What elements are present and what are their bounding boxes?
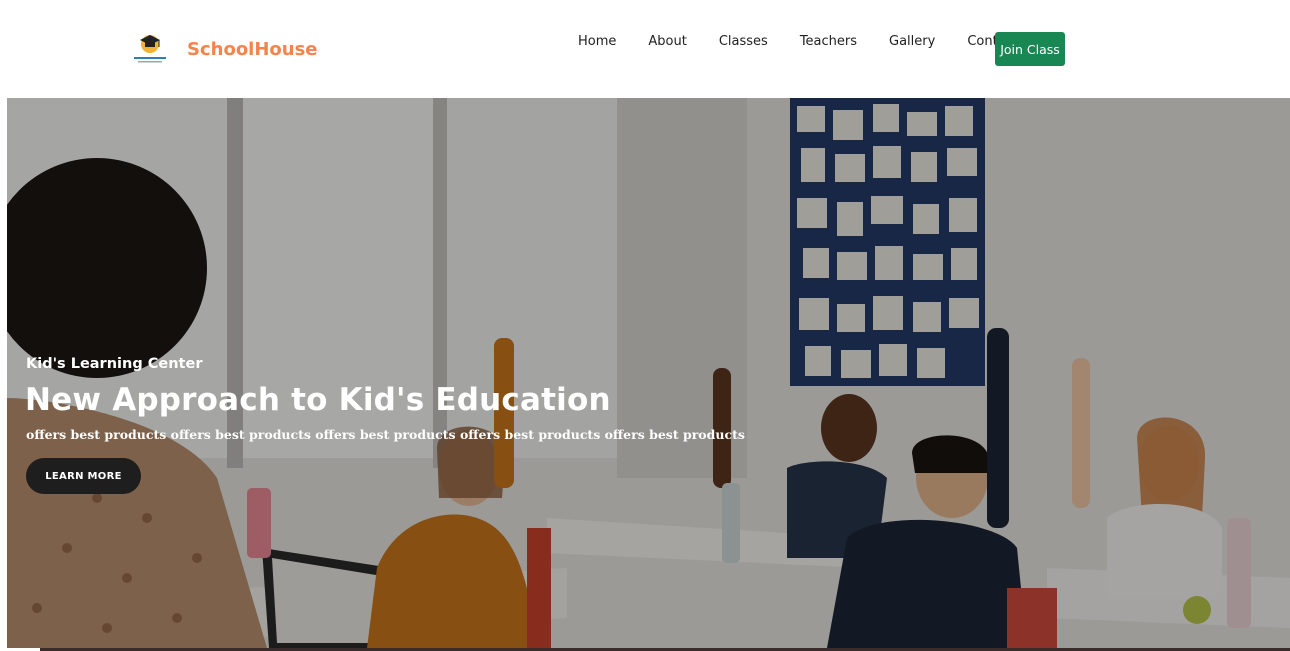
graduation-cap-lamp-icon [134, 35, 166, 63]
hero-banner: Kid's Learning Center New Approach to Ki… [7, 98, 1290, 648]
nav-link-about[interactable]: About [632, 34, 702, 49]
navbar: SchoolHouse Home About Classes Teachers … [0, 0, 1290, 98]
main-nav: Home About Classes Teachers Gallery Cont… [562, 34, 1034, 49]
hero-title: New Approach to Kid's Education [25, 382, 611, 418]
join-class-button[interactable]: Join Class [995, 32, 1065, 66]
nav-link-teachers[interactable]: Teachers [784, 34, 873, 49]
nav-link-gallery[interactable]: Gallery [873, 34, 951, 49]
brand-name: SchoolHouse [187, 38, 318, 60]
learn-more-button[interactable]: LEARN MORE [26, 458, 141, 494]
nav-link-classes[interactable]: Classes [703, 34, 784, 49]
hero-description: offers best products offers best product… [26, 427, 745, 442]
hero-subtitle: Kid's Learning Center [26, 356, 203, 372]
nav-link-home[interactable]: Home [562, 34, 632, 49]
brand[interactable]: SchoolHouse [132, 30, 318, 68]
